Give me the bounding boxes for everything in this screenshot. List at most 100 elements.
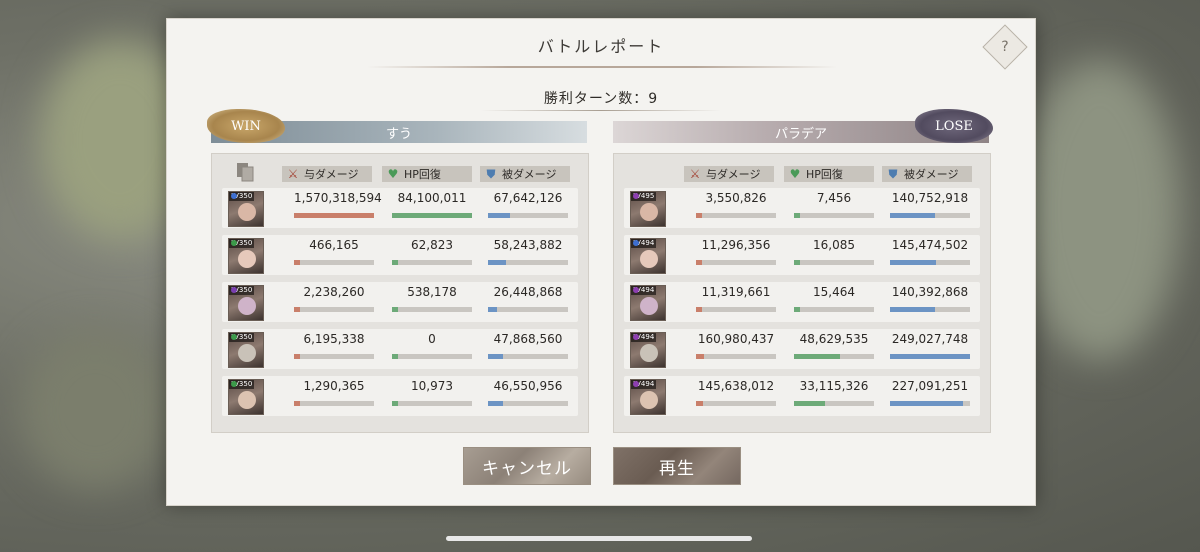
character-avatar[interactable]: LV350 [228,285,264,321]
character-avatar[interactable]: LV495 [630,191,666,227]
damage-bar [696,354,776,359]
taken-value: 47,868,560 [493,332,563,346]
damage-bar-fill [294,260,300,265]
element-gem-icon [231,240,237,246]
heal-header-label: HP回復 [806,168,843,181]
character-avatar[interactable]: LV350 [228,191,264,227]
damage-bar-fill [696,213,702,218]
damage-bar-fill [294,213,374,218]
left-team-stats: ⚔ 与ダメージ ♥ HP回復 ⛊ 被ダメージ LV350 1,570,318,59… [211,153,589,433]
heal-bar [392,307,472,312]
home-indicator[interactable] [446,536,752,541]
damage-bar-fill [294,307,300,312]
character-avatar[interactable]: LV350 [228,332,264,368]
heal-bar-fill [794,354,841,359]
copy-icon[interactable] [236,162,254,182]
heal-value: 33,115,326 [799,379,869,393]
heart-icon: ♥ [387,167,399,181]
help-button[interactable]: ? [982,24,1028,70]
character-portrait [640,250,658,268]
shield-icon: ⛊ [888,166,898,181]
heal-bar-fill [392,354,398,359]
heal-value: 62,823 [411,238,453,252]
taken-bar-fill [488,213,510,218]
right-team-stats: ⚔ 与ダメージ ♥ HP回復 ⛊ 被ダメージ LV495 3,550,826 7,4… [613,153,991,433]
element-gem-icon [633,240,639,246]
heal-bar-fill [794,401,826,406]
damage-value: 2,238,260 [303,285,365,299]
damage-bar-fill [696,260,702,265]
taken-bar [890,354,970,359]
character-avatar[interactable]: LV350 [228,379,264,415]
taken-value: 249,027,748 [891,332,969,346]
heal-bar-fill [794,260,800,265]
heal-value: 48,629,535 [799,332,869,346]
character-avatar[interactable]: LV350 [228,238,264,274]
damage-value: 11,296,356 [701,238,771,252]
damage-header: ⚔ 与ダメージ [282,166,372,182]
heal-bar-fill [392,260,398,265]
damage-value: 6,195,338 [303,332,365,346]
element-gem-icon [231,381,237,387]
right-team-name: パラデア [774,126,827,142]
damage-bar [294,260,374,265]
stat-row: LV350 466,165 62,823 58,243,882 [222,235,578,275]
damage-header: ⚔ 与ダメージ [684,166,774,182]
damage-bar [696,213,776,218]
stat-row: LV350 1,290,365 10,973 46,550,956 [222,376,578,416]
heal-bar [392,354,472,359]
taken-bar-fill [890,401,963,406]
character-avatar[interactable]: LV494 [630,332,666,368]
character-portrait [238,391,256,409]
damage-header-label: 与ダメージ [706,168,761,181]
taken-bar-fill [488,354,504,359]
victory-turn-count: 勝利ターン数：9 [543,91,659,107]
taken-bar [890,213,970,218]
title-divider [367,66,837,68]
help-icon: ? [1001,39,1009,55]
heal-value: 84,100,011 [397,191,467,205]
heal-header-label: HP回復 [404,168,441,181]
damage-bar-fill [696,354,704,359]
stat-row: LV494 145,638,012 33,115,326 227,091,251 [624,376,980,416]
replay-button[interactable]: 再生 [613,447,741,485]
heal-value: 16,085 [813,238,855,252]
cancel-button[interactable]: キャンセル [463,447,591,485]
character-portrait [238,344,256,362]
turns-divider [481,110,721,111]
damage-bar-fill [294,354,300,359]
damage-header-label: 与ダメージ [304,168,359,181]
character-avatar[interactable]: LV494 [630,379,666,415]
heal-bar [794,260,874,265]
heal-bar [392,260,472,265]
damage-bar [294,307,374,312]
taken-bar [488,307,568,312]
character-avatar[interactable]: LV494 [630,238,666,274]
taken-value: 140,752,918 [891,191,969,205]
taken-bar [488,354,568,359]
damage-value: 145,638,012 [697,379,775,393]
damage-value: 11,319,661 [701,285,771,299]
element-gem-icon [633,334,639,340]
lose-badge: LOSE [915,109,993,143]
element-gem-icon [633,193,639,199]
character-portrait [238,297,256,315]
taken-value: 67,642,126 [493,191,563,205]
taken-bar-fill [890,260,937,265]
heal-header: ♥ HP回復 [784,166,874,182]
taken-header-label: 被ダメージ [904,168,959,181]
stat-row: LV350 6,195,338 0 47,868,560 [222,329,578,369]
taken-bar-fill [488,307,497,312]
taken-bar [890,260,970,265]
heal-bar [794,307,874,312]
character-portrait [640,391,658,409]
damage-bar [294,354,374,359]
taken-value: 145,474,502 [891,238,969,252]
damage-bar-fill [294,401,300,406]
stat-row: LV350 1,570,318,594 84,100,011 67,642,126 [222,188,578,228]
taken-value: 46,550,956 [493,379,563,393]
character-avatar[interactable]: LV494 [630,285,666,321]
stat-row: LV495 3,550,826 7,456 140,752,918 [624,188,980,228]
damage-bar [696,307,776,312]
heal-bar [392,213,472,218]
